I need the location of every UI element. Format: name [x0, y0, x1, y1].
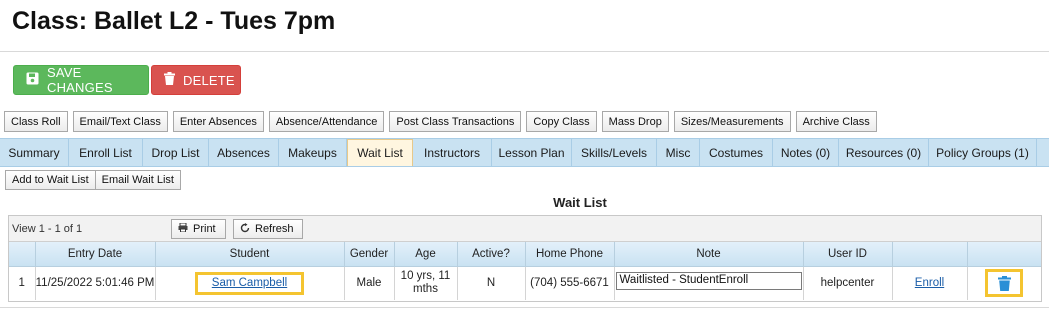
print-button[interactable]: Print [171, 219, 226, 239]
column-header-active[interactable]: Active? [457, 242, 526, 267]
tab-summary[interactable]: Summary [0, 139, 69, 166]
bottom-divider [0, 307, 1049, 308]
tab-drop-list[interactable]: Drop List [143, 139, 209, 166]
refresh-icon [240, 222, 250, 236]
user-id-cell: helpcenter [803, 266, 893, 300]
tab-absences[interactable]: Absences [209, 139, 279, 166]
note-field[interactable]: Waitlisted - StudentEnroll [615, 272, 802, 291]
delete-cell [967, 266, 1041, 300]
tab-enroll-list[interactable]: Enroll List [69, 139, 143, 166]
tab-skills-levels[interactable]: Skills/Levels [572, 139, 657, 166]
delete-label: DELETE [183, 72, 235, 88]
delete-button[interactable]: DELETE [151, 65, 241, 95]
wait-list-table: Entry Date Student Gender Age Active? Ho… [9, 242, 1041, 300]
page-title: Class: Ballet L2 - Tues 7pm [12, 7, 336, 35]
post-class-transactions-button[interactable]: Post Class Transactions [389, 111, 522, 132]
active-cell: N [457, 266, 526, 300]
absence-attendance-button[interactable]: Absence/Attendance [268, 111, 385, 132]
column-header-delete [967, 242, 1041, 267]
table-header-row: Entry Date Student Gender Age Active? Ho… [9, 242, 1041, 267]
home-phone-cell: (704) 555-6671 [525, 266, 615, 300]
student-link[interactable]: Sam Campbell [194, 271, 305, 295]
printer-icon [178, 222, 188, 235]
archive-class-button[interactable]: Archive Class [795, 111, 877, 132]
tab-wait-list[interactable]: Wait List [347, 139, 413, 166]
class-toolbar: Class Roll Email/Text Class Enter Absenc… [4, 111, 877, 132]
email-wait-list-button[interactable]: Email Wait List [95, 170, 181, 190]
column-header-enroll [892, 242, 968, 267]
column-header-age[interactable]: Age [394, 242, 458, 267]
tab-costumes[interactable]: Costumes [700, 139, 773, 166]
grid-title: Wait List [553, 195, 607, 210]
table-row: 1 11/25/2022 5:01:46 PM Sam Campbell Mal… [9, 266, 1041, 300]
note-cell: Waitlisted - StudentEnroll [614, 266, 804, 300]
column-header-student[interactable]: Student [155, 242, 345, 267]
row-index: 1 [9, 266, 36, 300]
age-cell: 10 yrs, 11 mths [394, 266, 458, 300]
delete-row-button[interactable] [985, 269, 1024, 298]
print-label: Print [193, 223, 216, 235]
tab-misc[interactable]: Misc [657, 139, 700, 166]
trash-icon [164, 72, 175, 88]
column-header-entry-date[interactable]: Entry Date [35, 242, 156, 267]
tab-resources[interactable]: Resources (0) [839, 139, 929, 166]
add-to-wait-list-button[interactable]: Add to Wait List [5, 170, 96, 190]
enter-absences-button[interactable]: Enter Absences [172, 111, 264, 132]
save-icon [26, 72, 39, 88]
tab-policy-groups[interactable]: Policy Groups (1) [929, 139, 1037, 166]
column-header-home-phone[interactable]: Home Phone [525, 242, 615, 267]
refresh-button[interactable]: Refresh [233, 219, 303, 239]
mass-drop-button[interactable]: Mass Drop [601, 111, 669, 132]
wait-list-toolbar: Add to Wait List Email Wait List [5, 170, 181, 190]
column-header-user-id[interactable]: User ID [803, 242, 893, 267]
email-text-class-button[interactable]: Email/Text Class [72, 111, 168, 132]
enroll-link[interactable]: Enroll [915, 277, 944, 289]
title-divider [0, 51, 1049, 52]
copy-class-button[interactable]: Copy Class [526, 111, 597, 132]
column-header-gender[interactable]: Gender [344, 242, 395, 267]
gender-cell: Male [344, 266, 395, 300]
save-changes-label: SAVE CHANGES [47, 65, 113, 95]
tab-makeups[interactable]: Makeups [279, 139, 347, 166]
wait-list-grid: View 1 - 1 of 1 Print Refresh Entry Date… [8, 215, 1042, 302]
pager-count: View 1 - 1 of 1 [12, 223, 83, 235]
student-cell: Sam Campbell [155, 266, 345, 300]
refresh-label: Refresh [255, 223, 294, 235]
save-changes-button[interactable]: SAVE CHANGES [13, 65, 149, 95]
tab-notes[interactable]: Notes (0) [773, 139, 839, 166]
column-header-index [9, 242, 36, 267]
class-tabs: Summary Enroll List Drop List Absences M… [0, 138, 1049, 167]
column-header-note[interactable]: Note [614, 242, 804, 267]
tab-instructors[interactable]: Instructors [413, 139, 492, 166]
grid-pager: View 1 - 1 of 1 Print Refresh [9, 216, 1041, 242]
enroll-cell: Enroll [892, 266, 968, 300]
class-roll-button[interactable]: Class Roll [4, 111, 68, 132]
sizes-measurements-button[interactable]: Sizes/Measurements [673, 111, 791, 132]
trash-icon [997, 275, 1011, 291]
entry-date-cell: 11/25/2022 5:01:46 PM [35, 266, 156, 300]
tab-lesson-plan[interactable]: Lesson Plan [492, 139, 572, 166]
